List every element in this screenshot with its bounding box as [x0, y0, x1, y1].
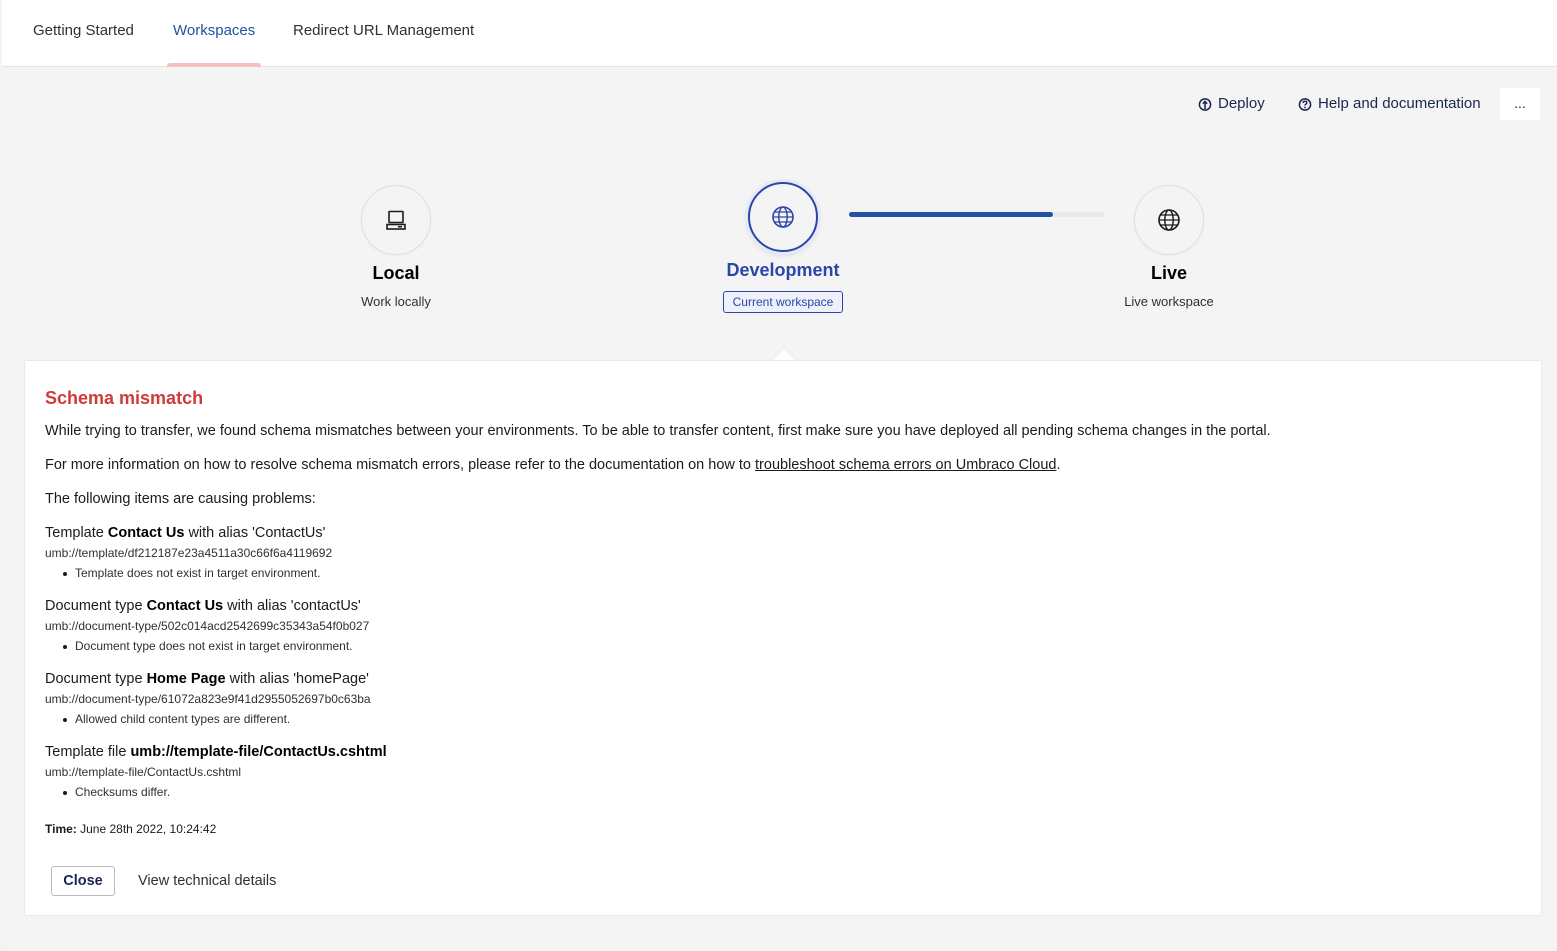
problem-item-heading: Document type Home Page with alias 'home…	[45, 669, 1521, 689]
deploy-icon	[1198, 98, 1212, 111]
time-value: June 28th 2022, 10:24:42	[76, 822, 217, 836]
tab-getting-started[interactable]: Getting Started	[33, 0, 134, 66]
current-workspace-badge: Current workspace	[722, 291, 844, 313]
problem-item-alias: with alias 'contactUs'	[223, 598, 361, 614]
problem-item-heading: Template Contact Us with alias 'ContactU…	[45, 523, 1521, 543]
error-info: For more information on how to resolve s…	[45, 455, 1521, 475]
more-options-button[interactable]: ...	[1500, 88, 1540, 120]
problem-item-udi: umb://document-type/61072a823e9f41d29550…	[45, 692, 371, 706]
problem-item-alias: with alias 'homePage'	[225, 671, 369, 687]
workspace-live-description: Live workspace	[1124, 294, 1214, 309]
workspace-local-name: Local	[372, 263, 420, 283]
problem-item-issue: Allowed child content types are differen…	[45, 711, 1521, 728]
problem-item-type: Template	[45, 525, 108, 541]
problem-item: Template file umb://template-file/Contac…	[45, 742, 1521, 801]
problem-item: Document type Home Page with alias 'home…	[45, 669, 1521, 728]
problem-item-issue: Document type does not exist in target e…	[45, 638, 1521, 655]
help-label: Help and documentation	[1318, 95, 1481, 112]
problem-item-name: umb://template-file/ContactUs.cshtml	[130, 744, 387, 760]
problem-item-heading: Document type Contact Us with alias 'con…	[45, 596, 1521, 616]
troubleshoot-link[interactable]: troubleshoot schema errors on Umbraco Cl…	[755, 457, 1056, 473]
problem-item-udi: umb://template/df212187e23a4511a30c66f6a…	[45, 546, 333, 560]
tab-workspaces[interactable]: Workspaces	[166, 0, 262, 67]
error-title: Schema mismatch	[45, 388, 204, 408]
deploy-label: Deploy	[1218, 95, 1265, 112]
problem-item-issue: Checksums differ.	[45, 784, 1521, 801]
time-label: Time:	[45, 822, 77, 836]
error-timestamp: Time: June 28th 2022, 10:24:42	[45, 821, 1521, 838]
deploy-progress-fill	[849, 212, 1053, 217]
problem-item-type: Template file	[45, 744, 131, 760]
problem-item: Template Contact Us with alias 'ContactU…	[45, 523, 1521, 582]
schema-mismatch-panel: Schema mismatch While trying to transfer…	[24, 360, 1542, 916]
help-icon	[1298, 98, 1312, 111]
problem-item-name: Contact Us	[146, 598, 224, 614]
problem-item: Document type Contact Us with alias 'con…	[45, 596, 1521, 655]
app-frame: Getting Started Workspaces Redirect URL …	[2, 0, 1557, 948]
problem-item-type: Document type	[45, 671, 147, 687]
error-info-suffix: .	[1056, 457, 1061, 473]
problem-item-heading: Template file umb://template-file/Contac…	[45, 742, 1521, 762]
tab-redirect-url-management[interactable]: Redirect URL Management	[293, 0, 474, 66]
error-info-prefix: For more information on how to resolve s…	[45, 457, 756, 473]
workspace-local-circle[interactable]	[361, 185, 431, 255]
workspace-development[interactable]: Development Current workspace	[673, 182, 893, 313]
tab-bar: Getting Started Workspaces Redirect URL …	[2, 0, 1557, 67]
globe-icon	[1158, 209, 1180, 231]
workspace-development-name: Development	[726, 260, 840, 280]
panel-actions: Close View technical details	[51, 866, 276, 896]
globe-icon	[772, 206, 794, 228]
laptop-icon	[386, 210, 406, 230]
help-documentation-button[interactable]: Help and documentation	[1298, 92, 1481, 116]
problems-label: The following items are causing problems…	[45, 491, 316, 507]
view-technical-details-button[interactable]: View technical details	[138, 873, 276, 889]
workspace-live-circle[interactable]	[1134, 185, 1204, 255]
workspace-development-circle[interactable]	[748, 182, 818, 252]
workspace-live[interactable]: Live Live workspace	[1059, 185, 1279, 309]
problem-item-name: Home Page	[146, 671, 226, 687]
problem-item-name: Contact Us	[107, 525, 185, 541]
workspace-local[interactable]: Local Work locally	[286, 185, 506, 309]
deploy-button[interactable]: Deploy	[1198, 92, 1265, 116]
problem-item-udi: umb://template-file/ContactUs.cshtml	[45, 765, 242, 779]
problem-item-udi: umb://document-type/502c014acd2542699c35…	[45, 619, 370, 633]
problem-item-alias: with alias 'ContactUs'	[184, 525, 326, 541]
close-button[interactable]: Close	[51, 866, 115, 896]
problem-item-type: Document type	[45, 598, 147, 614]
workspace-local-description: Work locally	[361, 294, 431, 309]
problem-item-issue: Template does not exist in target enviro…	[45, 565, 1521, 582]
workspace-live-name: Live	[1150, 263, 1188, 283]
error-intro: While trying to transfer, we found schem…	[45, 423, 1271, 439]
